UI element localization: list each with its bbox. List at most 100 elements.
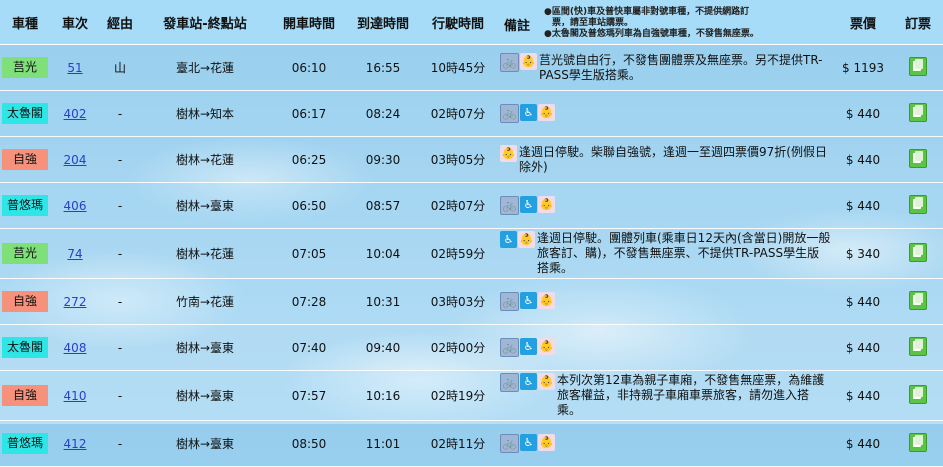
train-no-link[interactable]: 402 — [64, 107, 87, 121]
book-ticket-icon[interactable] — [909, 56, 927, 76]
book-ticket-icon[interactable] — [909, 242, 927, 262]
note-text: 逢週日停駛。柴聯自強號，逢週一至週四票價97折(例假日除外) — [519, 144, 827, 174]
route-cell: 樹林→臺東 — [140, 370, 270, 421]
book-ticket-icon[interactable] — [909, 194, 927, 214]
route-cell: 樹林→知本 — [140, 90, 270, 137]
depart-cell: 06:10 — [270, 44, 348, 91]
baby-stroller-icon: 👶 — [520, 52, 537, 70]
bicycle-icon: 🚲 — [500, 338, 519, 357]
bicycle-icon: 🚲 — [500, 373, 519, 392]
duration-cell: 02時00分 — [418, 324, 498, 371]
route-cell: 竹南→花蓮 — [140, 278, 270, 325]
note-legend: ●區間(快)車及普快車屬非對號車種，不提供網路訂 票，請至車站購票。 ●太魯閣及… — [544, 7, 759, 40]
arrive-cell: 10:16 — [348, 370, 418, 421]
service-icons: 👶 — [500, 144, 518, 162]
train-no-cell: 74 — [50, 228, 100, 279]
train-no-link[interactable]: 406 — [64, 199, 87, 213]
train-no-link[interactable]: 51 — [67, 61, 82, 75]
train-no-link[interactable]: 272 — [64, 295, 87, 309]
baby-stroller-icon: 👶 — [538, 373, 555, 390]
depart-cell: 07:57 — [270, 370, 348, 421]
table-row: 普悠瑪 406- 樹林→臺東 06:50 08:57 02時07分 🚲 ♿ 👶 $ 440 — [0, 182, 943, 229]
table-row: 莒光 51 山臺北→花蓮 06:10 16:55 10時45分 🚲 👶 莒光號自由行，不發售團體… — [0, 44, 943, 91]
via-cell: - — [100, 182, 140, 229]
book-ticket-icon[interactable] — [909, 384, 927, 404]
service-icons: 🚲 👶 — [500, 52, 538, 72]
baby-stroller-icon: 👶 — [538, 338, 555, 355]
wheelchair-icon: ♿ — [520, 338, 537, 355]
col-via: 經由 — [100, 0, 140, 45]
duration-cell: 02時07分 — [418, 182, 498, 229]
duration-cell: 02時07分 — [418, 90, 498, 137]
train-no-cell: 410 — [50, 370, 100, 421]
legend-line-3: ●太魯閣及普悠瑪列車為自強號車種，不發售無座票。 — [544, 28, 759, 39]
via-cell: - — [100, 420, 140, 467]
book-ticket-icon[interactable] — [909, 336, 927, 356]
duration-cell: 02時19分 — [418, 370, 498, 421]
train-type-badge: 莒光 — [2, 57, 48, 78]
via-cell: - — [100, 324, 140, 371]
service-icons: ♿ 👶 — [500, 231, 536, 248]
train-type-badge: 普悠瑪 — [2, 433, 48, 454]
table-row: 太魯閣 408- 樹林→臺東 07:40 09:40 02時00分 🚲 ♿ 👶 $ 440 — [0, 324, 943, 371]
depart-cell: 07:40 — [270, 324, 348, 371]
service-icons: 🚲 ♿ 👶 — [500, 292, 556, 311]
train-no-link[interactable]: 410 — [64, 389, 87, 403]
price-cell: $ 440 — [833, 90, 893, 137]
note-cell: 🚲 ♿ 👶 — [498, 182, 833, 229]
book-ticket-icon[interactable] — [909, 102, 927, 122]
table-row: 莒光 74 - 樹林→花蓮 07:05 10:04 02時59分 ♿ 👶 逢週日停駛。團體列車(乘… — [0, 228, 943, 279]
depart-cell: 08:50 — [270, 420, 348, 467]
col-book: 訂票 — [893, 0, 943, 45]
table-row: 太魯閣 402- 樹林→知本 06:17 08:24 02時07分 🚲 ♿ 👶 $ 440 — [0, 90, 943, 137]
col-depart: 開車時間 — [270, 0, 348, 45]
col-route: 發車站-終點站 — [140, 0, 270, 45]
wheelchair-icon: ♿ — [500, 231, 517, 248]
note-cell: 👶 逢週日停駛。柴聯自強號，逢週一至週四票價97折(例假日除外) — [498, 136, 833, 183]
service-icons: 🚲 ♿ 👶 — [500, 196, 556, 215]
wheelchair-icon: ♿ — [520, 104, 537, 121]
train-no-cell: 272 — [50, 278, 100, 325]
route-cell: 樹林→臺東 — [140, 324, 270, 371]
price-cell: $ 440 — [833, 370, 893, 421]
arrive-cell: 09:30 — [348, 136, 418, 183]
header-row: 車種 車次 經由 發車站-終點站 開車時間 到達時間 行駛時間 備註 ●區間(快… — [0, 0, 943, 45]
note-cell: 🚲 ♿ 👶 — [498, 90, 833, 137]
baby-stroller-icon: 👶 — [518, 231, 535, 248]
price-cell: $ 1193 — [833, 44, 893, 91]
train-no-link[interactable]: 412 — [64, 437, 87, 451]
table-row: 自強 272- 竹南→花蓮 07:28 10:31 03時03分 🚲 ♿ 👶 $ 440 — [0, 278, 943, 325]
table-row: 自強 204- 樹林→花蓮 06:25 09:30 03時05分 👶 逢週日停駛。柴聯自強號，… — [0, 136, 943, 183]
note-cell: 🚲 ♿ 👶 — [498, 278, 833, 325]
train-type-badge: 自強 — [2, 291, 48, 312]
train-no-link[interactable]: 204 — [64, 153, 87, 167]
service-icons: 🚲 ♿ 👶 — [500, 104, 556, 123]
depart-cell: 06:17 — [270, 90, 348, 137]
via-cell: - — [100, 136, 140, 183]
book-cell — [893, 136, 943, 183]
wheelchair-icon: ♿ — [520, 434, 537, 451]
price-cell: $ 440 — [833, 420, 893, 467]
train-no-link[interactable]: 408 — [64, 341, 87, 355]
price-cell: $ 340 — [833, 228, 893, 279]
arrive-cell: 16:55 — [348, 44, 418, 91]
train-type-badge: 太魯閣 — [2, 337, 48, 358]
duration-cell: 10時45分 — [418, 44, 498, 91]
train-type-badge: 莒光 — [2, 243, 48, 264]
train-type-cell: 太魯閣 — [0, 90, 50, 137]
via-cell: - — [100, 228, 140, 279]
train-type-badge: 自強 — [2, 149, 48, 170]
col-arrive: 到達時間 — [348, 0, 418, 45]
wheelchair-icon: ♿ — [520, 373, 537, 390]
arrive-cell: 08:24 — [348, 90, 418, 137]
via-cell: - — [100, 278, 140, 325]
book-ticket-icon[interactable] — [909, 148, 927, 168]
book-ticket-icon[interactable] — [909, 432, 927, 452]
note-cell: 🚲 ♿ 👶 — [498, 420, 833, 467]
col-duration: 行駛時間 — [418, 0, 498, 45]
bicycle-icon: 🚲 — [500, 196, 519, 215]
note-cell: 🚲 ♿ 👶 本列次第12車為親子車廂，不發售無座票，為維護旅客權益，非持親子車廂車票旅… — [498, 370, 833, 421]
book-ticket-icon[interactable] — [909, 290, 927, 310]
col-price: 票價 — [833, 0, 893, 45]
train-no-link[interactable]: 74 — [67, 247, 82, 261]
